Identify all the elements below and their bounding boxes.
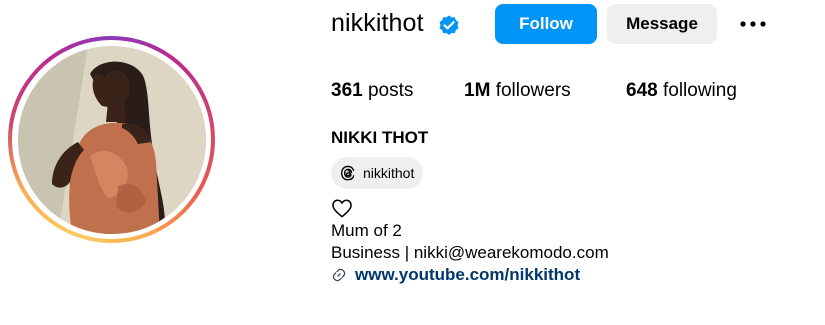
avatar-photo [17, 45, 206, 234]
following-stat[interactable]: 648 following [626, 80, 737, 102]
posts-count: 361 [331, 80, 363, 101]
posts-label: posts [367, 80, 414, 101]
posts-stat: 361 posts [331, 80, 413, 102]
followers-label: followers [495, 80, 571, 101]
profile-username: nikkithot [331, 9, 424, 37]
avatar[interactable] [17, 45, 206, 234]
message-button[interactable]: Message [607, 4, 717, 44]
follow-button[interactable]: Follow [495, 4, 597, 44]
bio-line: Business | nikki@wearekomodo.com [331, 243, 609, 262]
threads-badge[interactable]: nikkithot [331, 157, 424, 189]
heart-icon [332, 199, 352, 218]
more-options-icon[interactable] [734, 14, 774, 34]
following-count: 648 [626, 80, 658, 101]
followers-count: 1M [464, 80, 491, 101]
following-label: following [662, 80, 737, 101]
bio-line: Mum of 2 [331, 221, 402, 240]
threads-icon [341, 165, 355, 181]
story-ring[interactable] [8, 36, 215, 243]
link-icon [332, 268, 346, 282]
profile-link[interactable]: www.youtube.com/nikkithot [331, 265, 580, 285]
profile-full-name: NIKKI THOT [331, 128, 429, 147]
avatar-frame [12, 40, 211, 239]
threads-handle: nikkithot [363, 165, 415, 181]
verified-badge-icon [439, 15, 459, 35]
followers-stat[interactable]: 1M followers [464, 80, 571, 102]
profile-link-text[interactable]: www.youtube.com/nikkithot [355, 265, 580, 285]
